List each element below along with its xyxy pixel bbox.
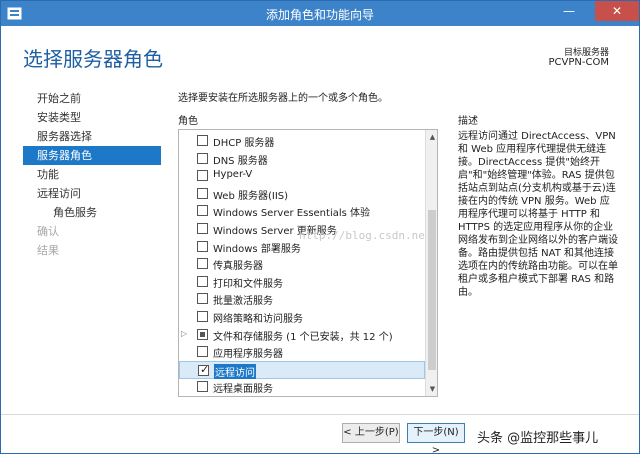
role-label: 远程桌面服务	[213, 384, 273, 396]
role-label: 网络策略和访问服务	[213, 314, 303, 325]
role-checkbox[interactable]	[197, 240, 208, 252]
nav-item-server-roles[interactable]: 服务器角色	[23, 146, 161, 165]
footer-divider	[1, 414, 639, 415]
role-checkbox[interactable]	[197, 311, 208, 322]
nav-item-installation-type[interactable]: 安装类型	[23, 108, 161, 127]
scroll-down-icon[interactable]: ▼	[426, 382, 437, 396]
nav-item-features[interactable]: 功能	[23, 165, 161, 184]
next-button[interactable]: 下一步(N) >	[407, 423, 465, 456]
role-checkbox[interactable]	[198, 363, 209, 376]
window-title: 添加角色和功能向导	[265, 8, 374, 22]
watermark-text: http://blog.csdn.net/pcvpn	[299, 229, 437, 242]
role-label: Windows 部署服务	[213, 243, 301, 255]
role-checkbox[interactable]	[197, 223, 208, 234]
roles-list[interactable]: DHCP 服务器 DNS 服务器 Hyper-V Web 服务器(IIS) Window…	[178, 129, 438, 397]
expander-icon[interactable]: ▷	[181, 329, 187, 338]
wizard-nav: 开始之前 安装类型 服务器选择 服务器角色 功能 远程访问 角色服务 确认 结果	[23, 89, 161, 260]
role-row[interactable]: DHCP 服务器	[179, 132, 425, 150]
roles-heading: 角色	[178, 116, 198, 127]
previous-button[interactable]: < 上一步(P)	[342, 423, 400, 443]
instruction-text: 选择要安装在所选服务器上的一个或多个角色。	[178, 93, 388, 104]
role-row[interactable]: 远程访问	[179, 360, 425, 379]
role-row[interactable]: 网络策略和访问服务	[179, 308, 425, 326]
role-row[interactable]: Web 服务器(IIS)	[179, 185, 425, 203]
role-label: 传真服务器	[213, 261, 263, 273]
role-label: DHCP 服务器	[213, 138, 275, 149]
role-checkbox[interactable]	[197, 170, 208, 182]
role-label: DNS 服务器	[213, 155, 268, 167]
role-checkbox[interactable]	[197, 135, 208, 146]
wizard-window: 添加角色和功能向导 — ✕ 选择服务器角色 目标服务器 PCVPN-COM 开始…	[0, 0, 640, 456]
nav-item-before-you-begin[interactable]: 开始之前	[23, 89, 161, 108]
role-label: Hyper-V	[213, 169, 253, 181]
role-checkbox[interactable]	[197, 275, 208, 287]
role-label: 打印和文件服务	[213, 278, 283, 290]
nav-item-server-selection[interactable]: 服务器选择	[23, 127, 161, 146]
page-title: 选择服务器角色	[23, 47, 163, 71]
close-button[interactable]: ✕	[595, 1, 639, 21]
role-label: Web 服务器(IIS)	[213, 190, 289, 202]
description-body: 远程访问通过 DirectAccess、VPN 和 Web 应用程序代理提供无缝…	[458, 131, 618, 298]
role-row[interactable]: DNS 服务器	[179, 150, 425, 168]
role-checkbox[interactable]	[197, 187, 208, 199]
minimize-button[interactable]: —	[556, 1, 582, 21]
role-row[interactable]: ▷ 文件和存储服务 (1 个已安装，共 12 个)	[179, 326, 425, 344]
nav-item-results: 结果	[37, 244, 59, 257]
role-label: Windows Server Essentials 体验	[213, 208, 371, 220]
role-checkbox[interactable]	[197, 152, 208, 164]
role-row[interactable]: Windows Server Essentials 体验	[179, 202, 425, 220]
role-row[interactable]: 打印和文件服务	[179, 273, 425, 291]
overlay-watermark: 头条 @监控那些事儿	[477, 427, 599, 446]
roles-scrollbar[interactable]: ▲ ▼	[425, 130, 437, 396]
role-label: 远程访问	[214, 363, 256, 379]
nav-item-remote-access[interactable]: 远程访问	[23, 184, 161, 203]
nav-item-confirmation: 确认	[37, 225, 59, 238]
role-row[interactable]: 传真服务器	[179, 255, 425, 273]
role-label: 批量激活服务	[213, 296, 273, 308]
role-row[interactable]: 应用程序服务器	[179, 343, 425, 361]
scroll-up-icon[interactable]: ▲	[426, 130, 437, 144]
nav-item-role-services[interactable]: 角色服务	[23, 203, 161, 222]
role-checkbox[interactable]	[197, 293, 208, 305]
description-heading: 描述	[458, 116, 478, 127]
role-label: 文件和存储服务 (1 个已安装，共 12 个)	[213, 331, 393, 343]
role-checkbox[interactable]	[197, 381, 208, 393]
role-row[interactable]: 批量激活服务	[179, 290, 425, 308]
role-label: 应用程序服务器	[213, 349, 283, 361]
scroll-thumb[interactable]	[428, 210, 436, 370]
title-bar: 添加角色和功能向导 — ✕	[1, 1, 639, 26]
role-checkbox[interactable]	[197, 328, 208, 340]
target-server-name: PCVPN-COM	[548, 57, 609, 68]
role-checkbox[interactable]	[197, 258, 208, 270]
role-row[interactable]: 远程桌面服务	[179, 378, 425, 396]
role-row[interactable]: Hyper-V	[179, 167, 425, 185]
role-checkbox[interactable]	[197, 346, 208, 358]
role-checkbox[interactable]	[197, 205, 208, 217]
